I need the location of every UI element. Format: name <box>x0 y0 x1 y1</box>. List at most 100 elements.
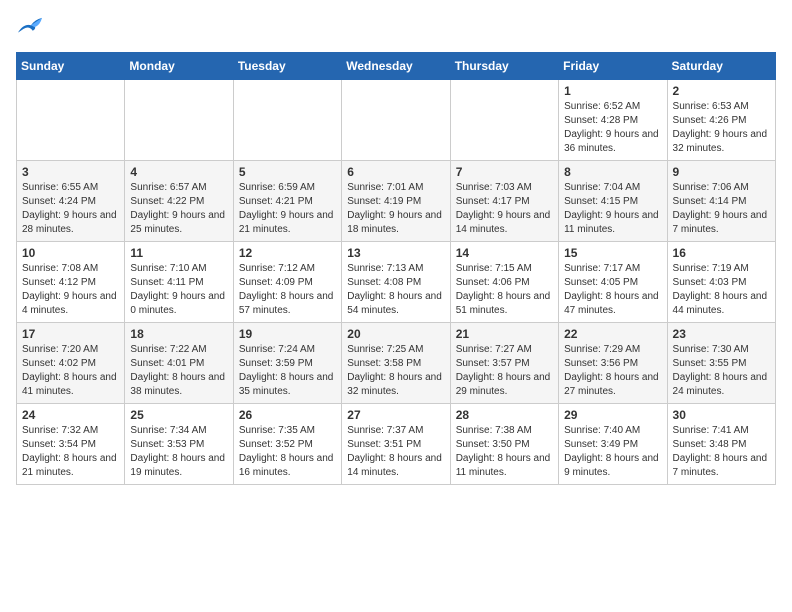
day-number: 15 <box>564 246 661 260</box>
day-cell: 26 Sunrise: 7:35 AM Sunset: 3:52 PM Dayli… <box>233 404 341 485</box>
day-cell: 23 Sunrise: 7:30 AM Sunset: 3:55 PM Dayli… <box>667 323 775 404</box>
header-cell-tuesday: Tuesday <box>233 53 341 80</box>
page-header <box>16 16 776 40</box>
day-number: 21 <box>456 327 553 341</box>
day-number: 11 <box>130 246 227 260</box>
day-cell: 20 Sunrise: 7:25 AM Sunset: 3:58 PM Dayli… <box>342 323 450 404</box>
day-number: 23 <box>673 327 770 341</box>
day-info: Sunrise: 7:35 AM Sunset: 3:52 PM Dayligh… <box>239 424 336 480</box>
day-cell: 5 Sunrise: 6:59 AM Sunset: 4:21 PM Daylig… <box>233 161 341 242</box>
day-cell: 1 Sunrise: 6:52 AM Sunset: 4:28 PM Daylig… <box>559 80 667 161</box>
day-cell: 29 Sunrise: 7:40 AM Sunset: 3:49 PM Dayli… <box>559 404 667 485</box>
day-number: 14 <box>456 246 553 260</box>
day-cell <box>342 80 450 161</box>
day-info: Sunrise: 6:53 AM Sunset: 4:26 PM Dayligh… <box>673 100 770 156</box>
header-cell-sunday: Sunday <box>17 53 125 80</box>
day-cell: 17 Sunrise: 7:20 AM Sunset: 4:02 PM Dayli… <box>17 323 125 404</box>
day-cell <box>17 80 125 161</box>
day-cell: 25 Sunrise: 7:34 AM Sunset: 3:53 PM Dayli… <box>125 404 233 485</box>
day-cell <box>233 80 341 161</box>
day-number: 17 <box>22 327 119 341</box>
day-info: Sunrise: 7:17 AM Sunset: 4:05 PM Dayligh… <box>564 262 661 318</box>
day-info: Sunrise: 7:01 AM Sunset: 4:19 PM Dayligh… <box>347 181 444 237</box>
day-number: 25 <box>130 408 227 422</box>
header-cell-monday: Monday <box>125 53 233 80</box>
day-info: Sunrise: 7:22 AM Sunset: 4:01 PM Dayligh… <box>130 343 227 399</box>
header-cell-saturday: Saturday <box>667 53 775 80</box>
day-number: 5 <box>239 165 336 179</box>
day-number: 8 <box>564 165 661 179</box>
day-number: 12 <box>239 246 336 260</box>
day-number: 29 <box>564 408 661 422</box>
day-info: Sunrise: 7:15 AM Sunset: 4:06 PM Dayligh… <box>456 262 553 318</box>
day-info: Sunrise: 7:03 AM Sunset: 4:17 PM Dayligh… <box>456 181 553 237</box>
day-cell: 10 Sunrise: 7:08 AM Sunset: 4:12 PM Dayli… <box>17 242 125 323</box>
day-cell <box>450 80 558 161</box>
day-number: 3 <box>22 165 119 179</box>
day-number: 18 <box>130 327 227 341</box>
day-cell: 19Sunrise: 7:24 AM Sunset: 3:59 PM Dayli… <box>233 323 341 404</box>
calendar-table: SundayMondayTuesdayWednesdayThursdayFrid… <box>16 52 776 485</box>
day-number: 28 <box>456 408 553 422</box>
day-cell: 4Sunrise: 6:57 AM Sunset: 4:22 PM Daylig… <box>125 161 233 242</box>
day-cell: 16 Sunrise: 7:19 AM Sunset: 4:03 PM Dayli… <box>667 242 775 323</box>
day-number: 30 <box>673 408 770 422</box>
logo-icon <box>16 16 44 40</box>
day-cell: 15 Sunrise: 7:17 AM Sunset: 4:05 PM Dayli… <box>559 242 667 323</box>
day-number: 22 <box>564 327 661 341</box>
day-number: 19 <box>239 327 336 341</box>
day-info: Sunrise: 7:32 AM Sunset: 3:54 PM Dayligh… <box>22 424 119 480</box>
day-cell: 11Sunrise: 7:10 AM Sunset: 4:11 PM Dayli… <box>125 242 233 323</box>
day-info: Sunrise: 7:37 AM Sunset: 3:51 PM Dayligh… <box>347 424 444 480</box>
day-info: Sunrise: 6:52 AM Sunset: 4:28 PM Dayligh… <box>564 100 661 156</box>
header-cell-wednesday: Wednesday <box>342 53 450 80</box>
day-info: Sunrise: 7:19 AM Sunset: 4:03 PM Dayligh… <box>673 262 770 318</box>
week-row-2: 3Sunrise: 6:55 AM Sunset: 4:24 PM Daylig… <box>17 161 776 242</box>
day-info: Sunrise: 6:59 AM Sunset: 4:21 PM Dayligh… <box>239 181 336 237</box>
day-info: Sunrise: 7:40 AM Sunset: 3:49 PM Dayligh… <box>564 424 661 480</box>
day-cell: 28 Sunrise: 7:38 AM Sunset: 3:50 PM Dayli… <box>450 404 558 485</box>
day-cell: 6Sunrise: 7:01 AM Sunset: 4:19 PM Daylig… <box>342 161 450 242</box>
day-number: 26 <box>239 408 336 422</box>
day-cell: 18 Sunrise: 7:22 AM Sunset: 4:01 PM Dayli… <box>125 323 233 404</box>
day-number: 13 <box>347 246 444 260</box>
day-number: 24 <box>22 408 119 422</box>
day-info: Sunrise: 7:08 AM Sunset: 4:12 PM Dayligh… <box>22 262 119 318</box>
day-info: Sunrise: 7:27 AM Sunset: 3:57 PM Dayligh… <box>456 343 553 399</box>
day-info: Sunrise: 7:06 AM Sunset: 4:14 PM Dayligh… <box>673 181 770 237</box>
week-row-4: 17 Sunrise: 7:20 AM Sunset: 4:02 PM Dayli… <box>17 323 776 404</box>
day-number: 10 <box>22 246 119 260</box>
day-number: 1 <box>564 84 661 98</box>
day-cell: 27 Sunrise: 7:37 AM Sunset: 3:51 PM Dayli… <box>342 404 450 485</box>
day-cell: 7 Sunrise: 7:03 AM Sunset: 4:17 PM Daylig… <box>450 161 558 242</box>
day-cell <box>125 80 233 161</box>
day-number: 7 <box>456 165 553 179</box>
day-info: Sunrise: 7:12 AM Sunset: 4:09 PM Dayligh… <box>239 262 336 318</box>
day-info: Sunrise: 7:04 AM Sunset: 4:15 PM Dayligh… <box>564 181 661 237</box>
day-cell: 12 Sunrise: 7:12 AM Sunset: 4:09 PM Dayli… <box>233 242 341 323</box>
day-number: 2 <box>673 84 770 98</box>
day-number: 9 <box>673 165 770 179</box>
day-number: 20 <box>347 327 444 341</box>
week-row-5: 24 Sunrise: 7:32 AM Sunset: 3:54 PM Dayli… <box>17 404 776 485</box>
week-row-3: 10 Sunrise: 7:08 AM Sunset: 4:12 PM Dayli… <box>17 242 776 323</box>
day-info: Sunrise: 7:34 AM Sunset: 3:53 PM Dayligh… <box>130 424 227 480</box>
day-cell: 14 Sunrise: 7:15 AM Sunset: 4:06 PM Dayli… <box>450 242 558 323</box>
day-number: 4 <box>130 165 227 179</box>
day-info: Sunrise: 7:25 AM Sunset: 3:58 PM Dayligh… <box>347 343 444 399</box>
header-row: SundayMondayTuesdayWednesdayThursdayFrid… <box>17 53 776 80</box>
day-info: Sunrise: 7:20 AM Sunset: 4:02 PM Dayligh… <box>22 343 119 399</box>
day-cell: 22Sunrise: 7:29 AM Sunset: 3:56 PM Dayli… <box>559 323 667 404</box>
logo <box>16 16 48 40</box>
day-cell: 24 Sunrise: 7:32 AM Sunset: 3:54 PM Dayli… <box>17 404 125 485</box>
day-info: Sunrise: 7:30 AM Sunset: 3:55 PM Dayligh… <box>673 343 770 399</box>
day-info: Sunrise: 7:38 AM Sunset: 3:50 PM Dayligh… <box>456 424 553 480</box>
day-number: 27 <box>347 408 444 422</box>
header-cell-thursday: Thursday <box>450 53 558 80</box>
day-cell: 9 Sunrise: 7:06 AM Sunset: 4:14 PM Daylig… <box>667 161 775 242</box>
calendar-header: SundayMondayTuesdayWednesdayThursdayFrid… <box>17 53 776 80</box>
day-number: 16 <box>673 246 770 260</box>
day-cell: 2 Sunrise: 6:53 AM Sunset: 4:26 PM Daylig… <box>667 80 775 161</box>
day-cell: 30Sunrise: 7:41 AM Sunset: 3:48 PM Dayli… <box>667 404 775 485</box>
week-row-1: 1 Sunrise: 6:52 AM Sunset: 4:28 PM Daylig… <box>17 80 776 161</box>
